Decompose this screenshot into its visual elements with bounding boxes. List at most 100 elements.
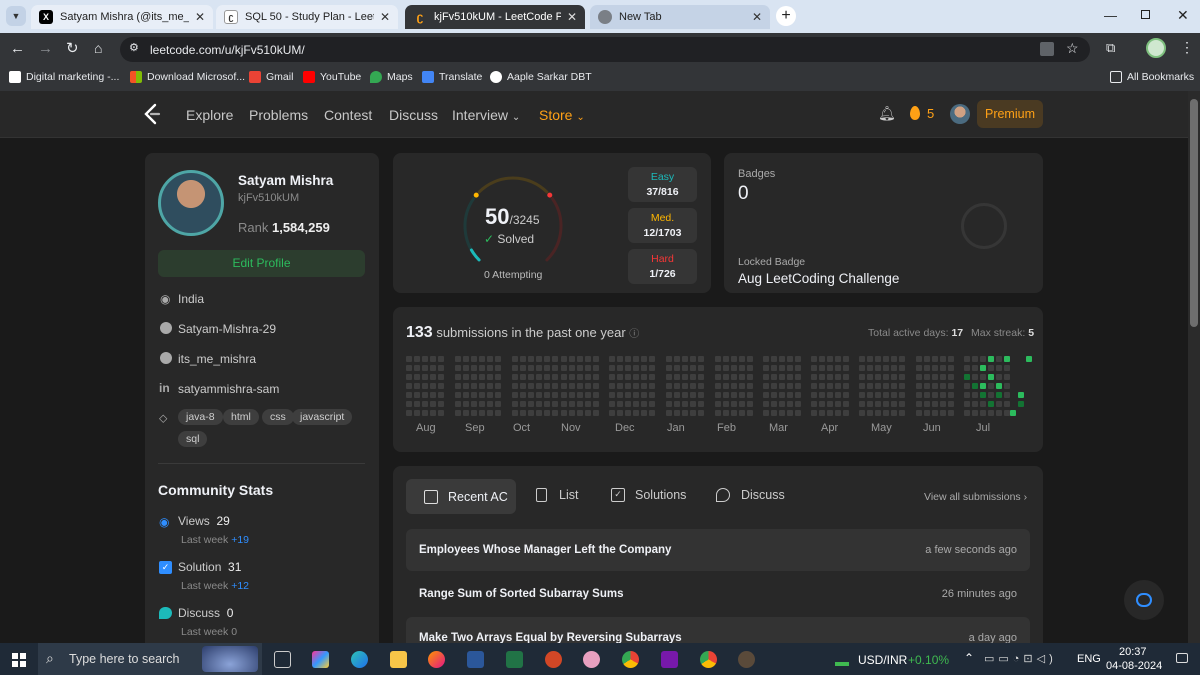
heatmap-cell[interactable] [536, 392, 542, 398]
taskbar-search-box[interactable]: ⌕ Type here to search [38, 643, 262, 675]
heatmap-cell[interactable] [964, 374, 970, 380]
language-indicator[interactable]: ENG [1077, 653, 1101, 665]
snipping-tool-icon[interactable] [583, 651, 600, 668]
skill-tag[interactable]: css [262, 409, 294, 425]
heatmap-cell[interactable] [666, 401, 672, 407]
heatmap-cell[interactable] [859, 401, 865, 407]
tab-recent-ac[interactable]: Recent AC [406, 479, 516, 514]
heatmap-cell[interactable] [463, 410, 469, 416]
heatmap-cell[interactable] [698, 383, 704, 389]
bookmark-item[interactable]: Digital marketing -... [9, 71, 119, 83]
heatmap-cell[interactable] [996, 392, 1002, 398]
close-window-icon[interactable]: ✕ [1177, 7, 1189, 24]
heatmap-cell[interactable] [544, 365, 550, 371]
heatmap-cell[interactable] [916, 410, 922, 416]
heatmap-cell[interactable] [577, 374, 583, 380]
heatmap-cell[interactable] [495, 374, 501, 380]
heatmap-cell[interactable] [552, 356, 558, 362]
heatmap-cell[interactable] [835, 392, 841, 398]
heatmap-cell[interactable] [649, 374, 655, 380]
heatmap-cell[interactable] [779, 392, 785, 398]
heatmap-cell[interactable] [940, 410, 946, 416]
heatmap-cell[interactable] [520, 383, 526, 389]
nav-discuss[interactable]: Discuss [389, 107, 438, 123]
heatmap-cell[interactable] [682, 356, 688, 362]
github-link[interactable]: Satyam-Mishra-29 [178, 322, 276, 336]
reload-icon[interactable]: ↻ [66, 39, 79, 57]
heatmap-cell[interactable] [633, 392, 639, 398]
heatmap-cell[interactable] [875, 365, 881, 371]
heatmap-cell[interactable] [723, 383, 729, 389]
heatmap-cell[interactable] [569, 401, 575, 407]
heatmap-cell[interactable] [988, 365, 994, 371]
heatmap-cell[interactable] [641, 356, 647, 362]
heatmap-cell[interactable] [479, 383, 485, 389]
heatmap-cell[interactable] [988, 383, 994, 389]
heatmap-cell[interactable] [617, 401, 623, 407]
view-all-submissions-link[interactable]: View all submissions › [924, 491, 1027, 503]
heatmap-cell[interactable] [414, 383, 420, 389]
heatmap-cell[interactable] [1004, 383, 1010, 389]
heatmap-cell[interactable] [609, 410, 615, 416]
heatmap-cell[interactable] [487, 383, 493, 389]
heatmap-cell[interactable] [585, 383, 591, 389]
twitter-link[interactable]: its_me_mishra [178, 352, 256, 366]
heatmap-cell[interactable] [795, 401, 801, 407]
heatmap-cell[interactable] [932, 365, 938, 371]
heatmap-cell[interactable] [843, 392, 849, 398]
heatmap-cell[interactable] [835, 401, 841, 407]
heatmap-cell[interactable] [520, 410, 526, 416]
submission-row[interactable]: Employees Whose Manager Left the Company… [406, 529, 1030, 571]
task-view-icon[interactable] [274, 651, 291, 668]
heatmap-cell[interactable] [932, 392, 938, 398]
minimize-icon[interactable]: — [1104, 8, 1117, 23]
heatmap-cell[interactable] [763, 365, 769, 371]
heatmap-cell[interactable] [455, 374, 461, 380]
heatmap-cell[interactable] [771, 410, 777, 416]
home-icon[interactable]: ⌂ [94, 40, 102, 56]
excel-icon[interactable] [506, 651, 523, 668]
heatmap-cell[interactable] [739, 392, 745, 398]
notification-bell-icon[interactable]: 🔔︎ [878, 105, 896, 122]
heatmap-cell[interactable] [787, 365, 793, 371]
heatmap-cell[interactable] [552, 365, 558, 371]
heatmap-cell[interactable] [924, 383, 930, 389]
heatmap-cell[interactable] [406, 410, 412, 416]
heatmap-cell[interactable] [487, 392, 493, 398]
heatmap-cell[interactable] [487, 374, 493, 380]
address-bar[interactable]: ⚙ leetcode.com/u/kjFv510kUM/ ☆ [120, 37, 1090, 62]
heatmap-cell[interactable] [924, 401, 930, 407]
heatmap-cell[interactable] [924, 374, 930, 380]
url-text[interactable]: leetcode.com/u/kjFv510kUM/ [150, 43, 305, 57]
heatmap-cell[interactable] [859, 374, 865, 380]
heatmap-cell[interactable] [593, 356, 599, 362]
heatmap-cell[interactable] [787, 383, 793, 389]
heatmap-cell[interactable] [536, 365, 542, 371]
heatmap-cell[interactable] [1004, 392, 1010, 398]
heatmap-cell[interactable] [859, 410, 865, 416]
heatmap-cell[interactable] [771, 374, 777, 380]
heatmap-cell[interactable] [932, 410, 938, 416]
heatmap-cell[interactable] [414, 356, 420, 362]
heatmap-cell[interactable] [495, 356, 501, 362]
extensions-icon[interactable]: ⧉ [1106, 40, 1115, 56]
heatmap-cell[interactable] [430, 374, 436, 380]
heatmap-cell[interactable] [512, 356, 518, 362]
tray-icons[interactable]: ▭▭◔⊡◁) [984, 652, 1057, 665]
heatmap-cell[interactable] [471, 365, 477, 371]
heatmap-cell[interactable] [964, 365, 970, 371]
heatmap-cell[interactable] [479, 374, 485, 380]
heatmap-cell[interactable] [972, 383, 978, 389]
heatmap-cell[interactable] [972, 365, 978, 371]
heatmap-cell[interactable] [682, 374, 688, 380]
heatmap-cell[interactable] [883, 392, 889, 398]
heatmap-cell[interactable] [731, 374, 737, 380]
heatmap-cell[interactable] [763, 401, 769, 407]
heatmap-cell[interactable] [422, 383, 428, 389]
heatmap-cell[interactable] [455, 383, 461, 389]
heatmap-cell[interactable] [988, 374, 994, 380]
heatmap-cell[interactable] [835, 374, 841, 380]
heatmap-cell[interactable] [779, 365, 785, 371]
feedback-button[interactable] [1124, 580, 1164, 620]
heatmap-cell[interactable] [787, 356, 793, 362]
